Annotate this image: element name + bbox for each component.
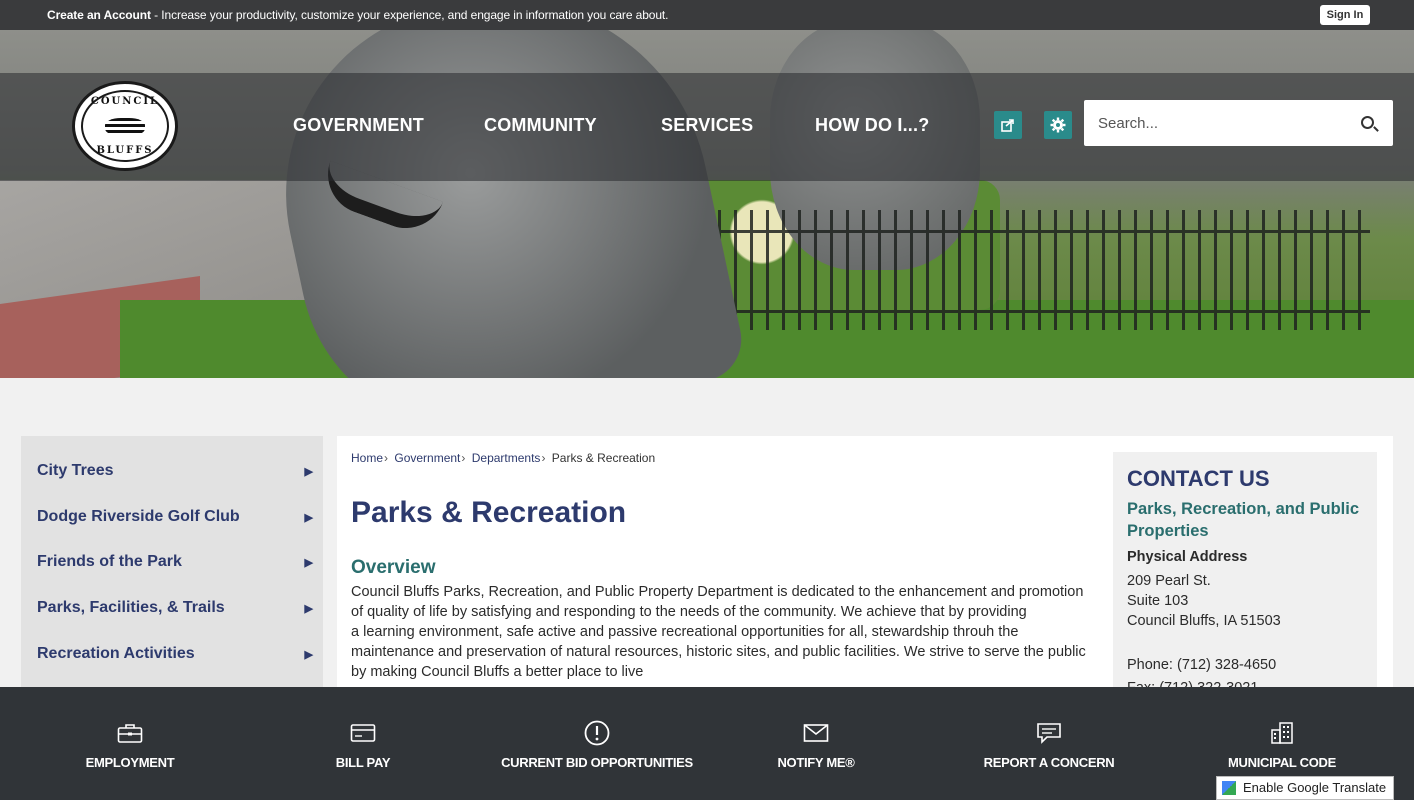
google-translate-button[interactable]: Enable Google Translate: [1216, 776, 1394, 800]
sidebar-item-recreation-activities[interactable]: Recreation Activities ▶: [37, 645, 317, 669]
settings-button[interactable]: [1044, 111, 1072, 139]
breadcrumb-government[interactable]: Government: [394, 451, 460, 465]
footer-label: CURRENT BID OPPORTUNITIES: [501, 755, 693, 770]
logo-waves-icon: [105, 118, 145, 136]
address-line: Suite 103: [1127, 593, 1189, 609]
sidebar-item-label: Parks, Facilities, & Trails: [37, 599, 225, 616]
briefcase-icon: [117, 724, 143, 743]
footer-label: BILL PAY: [335, 755, 391, 770]
contact-us-panel: CONTACT US Parks, Recreation, and Public…: [1113, 452, 1377, 696]
breadcrumb-departments[interactable]: Departments: [472, 451, 541, 465]
top-bar: Create an Account - Increase your produc…: [0, 0, 1414, 30]
footer-notify-me[interactable]: NOTIFY ME®: [756, 687, 876, 800]
overview-line: of quality of life by satisfying and res…: [351, 604, 1027, 620]
overview-heading: Overview: [351, 557, 436, 578]
logo-text-bottom: BLUFFS: [96, 145, 154, 156]
create-account-promo[interactable]: Create an Account - Increase your produc…: [47, 8, 668, 22]
nav-community[interactable]: COMMUNITY: [484, 115, 597, 136]
sidebar-item-label: Dodge Riverside Golf Club: [37, 508, 240, 525]
main-content: Home› Government› Departments› Parks & R…: [337, 436, 1393, 696]
council-bluffs-logo[interactable]: COUNCIL BLUFFS: [72, 81, 178, 171]
nav-government[interactable]: GOVERNMENT: [293, 115, 424, 136]
exclamation-circle-icon: [584, 720, 610, 746]
footer-bill-pay[interactable]: BILL PAY: [303, 687, 423, 800]
credit-card-icon: [350, 724, 376, 742]
share-button[interactable]: [994, 111, 1022, 139]
footer-bid-opportunities[interactable]: CURRENT BID OPPORTUNITIES: [497, 687, 697, 800]
phone-number: Phone: (712) 328-4650: [1127, 657, 1277, 673]
address-line: 209 Pearl St.: [1127, 573, 1211, 589]
footer-label: NOTIFY ME®: [777, 755, 855, 770]
sidebar-item-golf-club[interactable]: Dodge Riverside Golf Club ▶: [37, 508, 317, 532]
overview-line: a learning environment, safe active and …: [351, 624, 1019, 640]
sidebar-item-friends-of-park[interactable]: Friends of the Park ▶: [37, 553, 317, 577]
overview-text: Council Bluffs Parks, Recreation, and Pu…: [351, 582, 1087, 682]
arrow-right-icon: ▶: [304, 603, 313, 615]
speech-bubble-icon: [1037, 723, 1061, 744]
share-icon: [1001, 119, 1014, 132]
arrow-right-icon: ▶: [304, 512, 313, 524]
envelope-icon: [803, 724, 829, 742]
sidebar-nav: City Trees ▶ Dodge Riverside Golf Club ▶…: [21, 436, 323, 696]
sidebar-item-label: Friends of the Park: [37, 553, 182, 570]
sidebar-item-label: Recreation Activities: [37, 645, 195, 662]
sidebar-item-city-trees[interactable]: City Trees ▶: [37, 462, 317, 486]
gear-icon: [1050, 117, 1066, 133]
footer-label: MUNICIPAL CODE: [1228, 755, 1336, 770]
sign-in-button[interactable]: Sign In: [1320, 5, 1370, 25]
breadcrumb-current: Parks & Recreation: [551, 451, 656, 465]
breadcrumb: Home› Government› Departments› Parks & R…: [351, 451, 655, 465]
overview-line: Council Bluffs Parks, Recreation, and Pu…: [351, 584, 1084, 600]
footer-quick-links: EMPLOYMENT BILL PAY CURRENT BID OPPORTUN…: [0, 687, 1414, 800]
footer-report-concern[interactable]: REPORT A CONCERN: [979, 687, 1119, 800]
arrow-right-icon: ▶: [304, 649, 313, 661]
contact-department-link[interactable]: Parks, Recreation, and Public Properties: [1127, 498, 1367, 542]
footer-employment[interactable]: EMPLOYMENT: [60, 687, 200, 800]
sidebar-item-parks-facilities-trails[interactable]: Parks, Facilities, & Trails ▶: [37, 599, 317, 623]
footer-label: REPORT A CONCERN: [983, 755, 1115, 770]
search-input[interactable]: [1098, 112, 1348, 134]
hero-fence: [670, 210, 1370, 330]
sidebar-item-label: City Trees: [37, 462, 114, 479]
contact-heading: CONTACT US: [1127, 466, 1270, 491]
search-icon[interactable]: [1361, 116, 1374, 129]
nav-services[interactable]: SERVICES: [661, 115, 753, 136]
google-translate-icon: [1222, 781, 1236, 795]
page-title: Parks & Recreation: [351, 496, 627, 529]
footer-label: EMPLOYMENT: [85, 755, 175, 770]
overview-line: maintenance and preservation of natural …: [351, 644, 1086, 660]
overview-line: by making Council Bluffs a better place …: [351, 664, 644, 680]
google-translate-label: Enable Google Translate: [1243, 780, 1387, 795]
building-icon: [1271, 722, 1293, 744]
arrow-right-icon: ▶: [304, 466, 313, 478]
arrow-right-icon: ▶: [304, 557, 313, 569]
breadcrumb-separator: ›: [384, 451, 389, 465]
physical-address-label: Physical Address: [1127, 549, 1248, 565]
logo-text-top: COUNCIL: [90, 96, 160, 107]
breadcrumb-separator: ›: [461, 451, 466, 465]
address-line: Council Bluffs, IA 51503: [1127, 613, 1281, 629]
breadcrumb-home[interactable]: Home: [351, 451, 383, 465]
nav-how-do-i[interactable]: HOW DO I...?: [815, 115, 929, 136]
breadcrumb-separator: ›: [541, 451, 546, 465]
search-box: [1084, 100, 1393, 146]
